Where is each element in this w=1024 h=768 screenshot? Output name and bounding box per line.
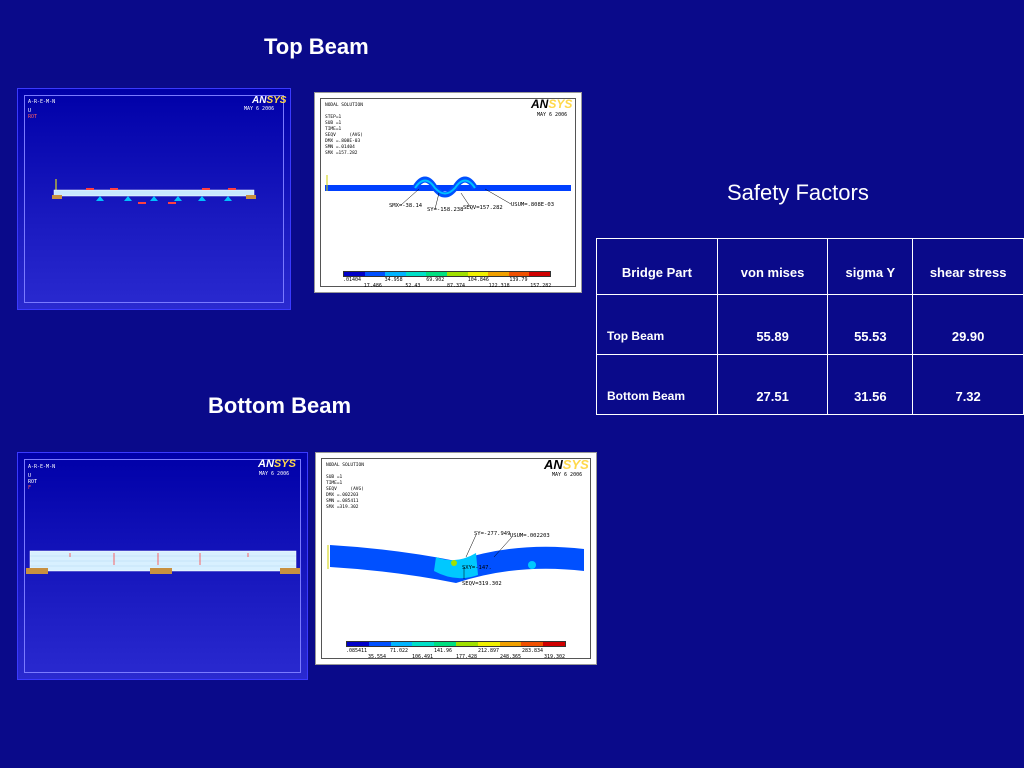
bottom-label-sy: SY=-277.949 <box>474 531 511 537</box>
legend-value: 139.79 <box>509 277 528 283</box>
legend-value: 52.43 <box>405 283 421 289</box>
legend-value: .01404 <box>343 277 362 283</box>
legend-value: 104.846 <box>467 277 489 283</box>
legend-value: 319.302 <box>544 654 566 660</box>
legend-value: 177.428 <box>456 654 478 660</box>
cell-part: Bottom Beam <box>596 354 718 415</box>
legend-value: 157.282 <box>530 283 552 289</box>
legend-value: 71.022 <box>390 648 409 654</box>
bottom-label-usum: USUM=.002203 <box>510 533 550 539</box>
legend-swatch <box>426 272 447 276</box>
col-header-von-mises: von mises <box>716 238 829 295</box>
top-beam-model-image: A-R-E-M-N U ROT ANSYS MAY 6 2006 <box>17 88 291 310</box>
legend-swatch <box>477 642 500 646</box>
bottom-beam-deformed-shape <box>327 534 584 583</box>
bottom-legend-values: .085411 71.022 141.96 212.897 283.834 35.554 1… <box>346 648 566 662</box>
table-row: Bottom Beam 27.51 31.56 7.32 <box>596 354 1024 415</box>
col-header-shear-stress: shear stress <box>912 238 1024 295</box>
legend-swatch <box>390 642 413 646</box>
legend-value: 283.834 <box>522 648 544 654</box>
legend-value: 17.486 <box>363 283 382 289</box>
safety-factors-table: Bridge Part von mises sigma Y shear stre… <box>596 238 1024 415</box>
top-beam-stress-image: NODAL SOLUTION STEP=1 SUB =1 TIME=1 SEQV… <box>314 92 582 293</box>
top-beam-model-drawing <box>52 179 256 204</box>
legend-swatch <box>455 642 478 646</box>
legend-value: 248.365 <box>500 654 522 660</box>
legend-swatch <box>508 272 530 276</box>
legend-swatch <box>467 272 489 276</box>
legend-swatch <box>446 272 468 276</box>
bottom-label-sxy: SXY=-147. <box>462 565 492 571</box>
bottom-beam-model-drawing <box>26 550 300 574</box>
legend-value: 212.897 <box>478 648 500 654</box>
legend-swatch <box>521 642 544 646</box>
legend-value: 34.958 <box>384 277 403 283</box>
legend-value: 35.554 <box>368 654 387 660</box>
legend-swatch <box>434 642 456 646</box>
col-header-bridge-part: Bridge Part <box>596 238 718 295</box>
legend-swatch <box>364 272 386 276</box>
legend-value: .085411 <box>346 648 368 654</box>
legend-value: 87.374 <box>447 283 466 289</box>
legend-swatch <box>488 272 509 276</box>
col-header-sigma-y: sigma Y <box>827 238 914 295</box>
cell-shear-stress: 7.32 <box>912 354 1024 415</box>
bottom-label-seqv: SEQV=319.302 <box>462 581 502 587</box>
bottom-beam-model-image: A-R-E-M-N U ROT F ANSYS MAY 6 2006 <box>17 452 308 680</box>
table-header-row: Bridge Part von mises sigma Y shear stre… <box>596 238 1024 295</box>
legend-swatch <box>347 642 369 646</box>
cell-shear-stress: 29.90 <box>912 294 1024 355</box>
top-label-seqv: SEQV=157.282 <box>463 205 503 211</box>
top-beam-deformed-shape <box>325 175 571 210</box>
cell-sigma-y: 55.53 <box>827 294 914 355</box>
bottom-beam-stress-image: NODAL SOLUTION SUB =1 TIME=1 SEQV (AVG) … <box>315 452 597 665</box>
bottom-legend-bar <box>346 641 566 647</box>
heading-safety-factors: Safety Factors <box>727 180 869 205</box>
legend-value: 141.96 <box>434 648 453 654</box>
top-label-smx: SMX=-38.14 <box>389 203 423 209</box>
top-legend-values: .01404 34.958 69.902 104.846 139.79 17.486 52.… <box>343 277 551 291</box>
legend-swatch <box>499 642 522 646</box>
legend-swatch <box>543 642 565 646</box>
cell-von-mises: 27.51 <box>716 354 829 415</box>
legend-swatch <box>412 642 435 646</box>
legend-value: 106.491 <box>412 654 434 660</box>
legend-value: 69.902 <box>426 277 445 283</box>
cell-von-mises: 55.89 <box>716 294 829 355</box>
top-label-usum: USUM=.808E-03 <box>511 202 555 208</box>
table-row: Top Beam 55.89 55.53 29.90 <box>596 294 1024 355</box>
heading-bottom-beam: Bottom Beam <box>208 393 352 418</box>
cell-part: Top Beam <box>596 294 718 355</box>
heading-top-beam: Top Beam <box>264 34 369 59</box>
legend-swatch <box>405 272 427 276</box>
legend-value: 122.318 <box>488 283 510 289</box>
cell-sigma-y: 31.56 <box>827 354 914 415</box>
legend-swatch <box>344 272 365 276</box>
legend-swatch <box>368 642 391 646</box>
legend-swatch <box>385 272 406 276</box>
top-label-smn: SY=-158.238 <box>427 207 464 213</box>
legend-swatch <box>529 272 550 276</box>
